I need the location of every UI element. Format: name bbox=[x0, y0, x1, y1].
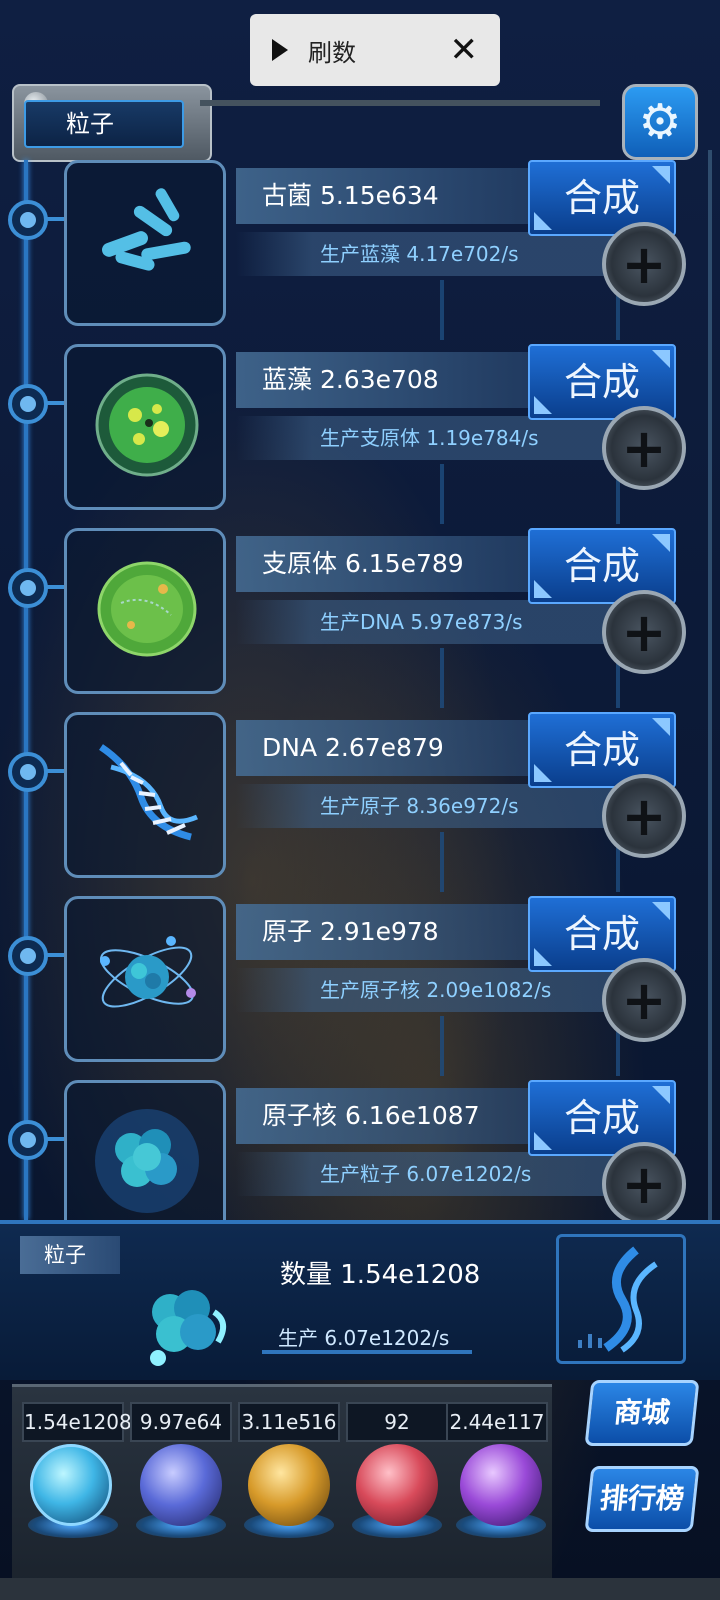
cyanobacteria-icon bbox=[95, 373, 199, 477]
circuit-decoration bbox=[440, 832, 620, 892]
particle-production: 生产 6.07e1202/s bbox=[278, 1326, 450, 1350]
unit-name-value: 原子 2.91e978 bbox=[236, 904, 536, 960]
play-icon[interactable] bbox=[272, 39, 288, 61]
rail-connector bbox=[44, 1137, 66, 1141]
close-icon[interactable]: ✕ bbox=[450, 33, 479, 67]
unit-icon-frame bbox=[64, 896, 226, 1062]
unit-name-value: 支原体 6.15e789 bbox=[236, 536, 536, 592]
page-title: 粒子 bbox=[24, 100, 184, 148]
unit-name-value: 古菌 5.15e634 bbox=[236, 168, 536, 224]
add-button[interactable]: + bbox=[602, 774, 686, 858]
resource-value: 9.97e64 bbox=[130, 1402, 232, 1442]
resource-value: 3.11e516 bbox=[238, 1402, 340, 1442]
rail-node bbox=[8, 200, 48, 240]
particle-orb-icon[interactable] bbox=[30, 1444, 112, 1526]
circuit-decoration bbox=[440, 1016, 620, 1076]
rail-node bbox=[8, 384, 48, 424]
unit-production: 生产蓝藻 4.17e702/s bbox=[236, 232, 616, 276]
rail-node bbox=[8, 568, 48, 608]
plus-icon: + bbox=[621, 232, 667, 296]
plus-icon: + bbox=[621, 1152, 667, 1216]
unit-production: 生产支原体 1.19e784/s bbox=[236, 416, 616, 460]
rail-node bbox=[8, 752, 48, 792]
unit-row-archaea: 古菌 5.15e634 生产蓝藻 4.17e702/s 合成 + bbox=[0, 160, 720, 344]
galaxy-orb-icon[interactable] bbox=[248, 1444, 330, 1526]
add-button[interactable]: + bbox=[602, 958, 686, 1042]
particle-tag: 粒子 bbox=[20, 1236, 120, 1274]
brain-orb-icon[interactable] bbox=[356, 1444, 438, 1526]
unit-icon-frame bbox=[64, 712, 226, 878]
header-rail bbox=[200, 100, 600, 106]
unit-row-dna: DNA 2.67e879 生产原子 8.36e972/s 合成 + bbox=[0, 712, 720, 896]
nucleus-icon bbox=[95, 1109, 199, 1213]
particle-quantity: 数量 1.54e1208 bbox=[280, 1260, 481, 1290]
unit-icon-frame bbox=[64, 528, 226, 694]
lightning-orb-icon[interactable] bbox=[140, 1444, 222, 1526]
unit-production: 生产原子 8.36e972/s bbox=[236, 784, 616, 828]
circuit-decoration bbox=[440, 648, 620, 708]
gear-icon: ⚙ bbox=[638, 94, 682, 150]
plus-icon: + bbox=[621, 600, 667, 664]
rail-connector bbox=[44, 769, 66, 773]
dna-icon bbox=[99, 744, 198, 841]
rail-connector bbox=[44, 217, 66, 221]
unit-row-cyanobacteria: 蓝藻 2.63e708 生产支原体 1.19e784/s 合成 + bbox=[0, 344, 720, 528]
plus-icon: + bbox=[621, 968, 667, 1032]
particle-cluster-icon bbox=[150, 1290, 227, 1366]
rail-connector bbox=[44, 953, 66, 957]
unit-name-value: 蓝藻 2.63e708 bbox=[236, 352, 536, 408]
add-button[interactable]: + bbox=[602, 1142, 686, 1226]
atom-icon bbox=[100, 936, 196, 1008]
mycoplasma-icon bbox=[97, 561, 197, 657]
bottom-strip bbox=[0, 1578, 720, 1600]
unit-production: 生产DNA 5.97e873/s bbox=[236, 600, 616, 644]
circuit-decoration bbox=[440, 464, 620, 524]
resource-value: 1.54e1208 bbox=[22, 1402, 132, 1442]
ranking-button[interactable]: 排行榜 bbox=[584, 1466, 700, 1532]
unit-production: 生产粒子 6.07e1202/s bbox=[236, 1152, 616, 1196]
unit-row-mycoplasma: 支原体 6.15e789 生产DNA 5.97e873/s 合成 + bbox=[0, 528, 720, 712]
unit-production: 生产原子核 2.09e1082/s bbox=[236, 968, 616, 1012]
rail-connector bbox=[44, 585, 66, 589]
settings-button[interactable]: ⚙ bbox=[622, 84, 698, 160]
unit-icon-frame bbox=[64, 160, 226, 326]
resource-value: 2.44e117 bbox=[446, 1402, 548, 1442]
dna-emblem-icon bbox=[578, 1246, 658, 1353]
circuit-decoration bbox=[440, 280, 620, 340]
add-button[interactable]: + bbox=[602, 222, 686, 306]
resource-value: 92 bbox=[346, 1402, 448, 1442]
add-button[interactable]: + bbox=[602, 590, 686, 674]
shop-button[interactable]: 商城 bbox=[584, 1380, 700, 1446]
add-button[interactable]: + bbox=[602, 406, 686, 490]
unit-icon-frame bbox=[64, 344, 226, 510]
unit-name-value: 原子核 6.16e1087 bbox=[236, 1088, 536, 1144]
archaea-icon bbox=[102, 188, 191, 271]
rail-node bbox=[8, 936, 48, 976]
plus-icon: + bbox=[621, 784, 667, 848]
unit-row-atom: 原子 2.91e978 生产原子核 2.09e1082/s 合成 + bbox=[0, 896, 720, 1080]
rail-node bbox=[8, 1120, 48, 1160]
rail-connector bbox=[44, 401, 66, 405]
vortex-orb-icon[interactable] bbox=[460, 1444, 542, 1526]
production-underline bbox=[262, 1350, 472, 1354]
plus-icon: + bbox=[621, 416, 667, 480]
unit-name-value: DNA 2.67e879 bbox=[236, 720, 536, 776]
refresh-label: 刷数 bbox=[308, 38, 356, 67]
refresh-pill[interactable]: 刷数 ✕ bbox=[250, 14, 500, 86]
